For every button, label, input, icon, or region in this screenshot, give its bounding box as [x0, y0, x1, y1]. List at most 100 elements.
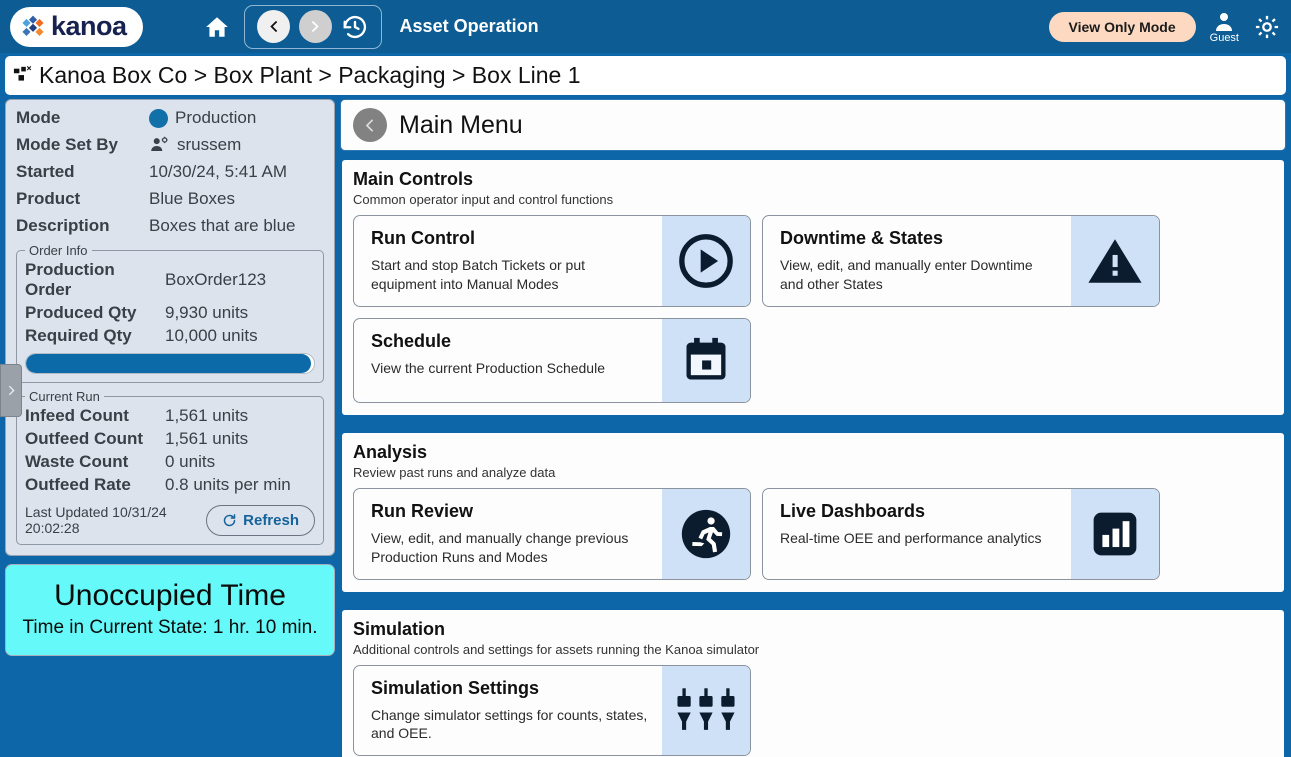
main-content: Main Menu Main Controls Common operator … — [340, 99, 1286, 757]
field-label: Started — [16, 162, 75, 181]
breadcrumb[interactable]: Kanoa Box Co > Box Plant > Packaging > B… — [5, 56, 1286, 95]
warning-triangle-icon — [1071, 216, 1159, 306]
card-title: Run Control — [371, 228, 475, 248]
topbar-right-group: View Only Mode Guest — [1048, 10, 1281, 44]
forward-button[interactable] — [298, 10, 332, 43]
kanoa-logo-icon — [22, 15, 44, 36]
order-row-produced-qty: Produced Qty 9,930 units — [25, 303, 315, 323]
current-state-title: Unoccupied Time — [54, 579, 286, 612]
order-row-production-order: Production Order BoxOrder123 — [25, 260, 315, 300]
breadcrumb-bar: Kanoa Box Co > Box Plant > Packaging > B… — [0, 53, 1291, 99]
last-updated-row: Last Updated 10/31/24 20:02:28 Refresh — [25, 504, 315, 536]
account-icon — [1216, 12, 1233, 31]
card-simulation-settings[interactable]: Simulation Settings Change simulator set… — [353, 664, 751, 757]
card-title: Run Review — [371, 500, 474, 521]
field-value: 0 units — [165, 452, 216, 471]
row-spacer — [762, 665, 1273, 757]
view-only-mode-button[interactable]: View Only Mode — [1048, 11, 1196, 42]
field-label: Required Qty — [25, 326, 132, 345]
card-live-dashboards[interactable]: Live Dashboards Real-time OEE and perfor… — [762, 487, 1160, 580]
main-menu-title: Main Menu — [399, 110, 523, 139]
current-state-duration: Time in Current State: 1 hr. 10 min. — [22, 617, 318, 638]
account-menu[interactable]: Guest — [1210, 10, 1239, 44]
section-title: Analysis — [353, 441, 428, 462]
field-label: Waste Count — [25, 452, 129, 471]
field-value: Blue Boxes — [149, 189, 235, 208]
status-dot-icon — [149, 108, 168, 128]
card-description: View the current Production Schedule — [371, 359, 605, 376]
card-text: Run Review View, edit, and manually chan… — [354, 489, 662, 579]
back-button[interactable] — [256, 10, 290, 43]
card-run-review[interactable]: Run Review View, edit, and manually chan… — [353, 487, 751, 580]
card-title: Live Dashboards — [780, 500, 926, 521]
field-label: Mode — [16, 108, 61, 127]
home-icon[interactable] — [204, 14, 230, 40]
menu-back-button[interactable] — [353, 108, 387, 142]
run-row-infeed-count: Infeed Count 1,561 units — [25, 406, 315, 426]
page-title: Asset Operation — [399, 16, 539, 36]
field-value: 10/30/24, 5:41 AM — [149, 162, 287, 181]
refresh-label: Refresh — [243, 511, 299, 529]
body-area: Mode Production Mode Set By srussem Star… — [0, 99, 1291, 757]
app-root: kanoa Asset Operation View Only Mode Gue… — [0, 0, 1291, 757]
refresh-button[interactable]: Refresh — [206, 504, 315, 536]
card-schedule[interactable]: Schedule View the current Production Sch… — [353, 317, 751, 403]
play-circle-icon — [662, 216, 750, 306]
section-main-controls: Main Controls Common operator input and … — [340, 158, 1286, 417]
card-description: View, edit, and manually enter Downtime … — [780, 257, 1033, 292]
field-value: 1,561 units — [165, 406, 249, 425]
order-row-required-qty: Required Qty 10,000 units — [25, 326, 315, 346]
card-title: Schedule — [371, 330, 452, 351]
order-info-group: Order Info Production Order BoxOrder123 … — [16, 243, 324, 383]
card-title: Downtime & States — [780, 228, 944, 248]
sliders-icon — [662, 665, 750, 756]
top-bar: kanoa Asset Operation View Only Mode Gue… — [0, 0, 1291, 53]
section-subtitle: Common operator input and control functi… — [353, 192, 614, 207]
card-downtime-states[interactable]: Downtime & States View, edit, and manual… — [762, 215, 1160, 307]
field-description: Description Boxes that are blue — [16, 216, 324, 236]
mode-value-text: Production — [175, 108, 257, 127]
card-title: Simulation Settings — [371, 677, 540, 698]
field-value: Boxes that are blue — [149, 216, 296, 235]
calendar-icon — [662, 318, 750, 402]
section-title: Main Controls — [353, 169, 473, 189]
field-product: Product Blue Boxes — [16, 189, 324, 209]
mode-set-by-text: srussem — [177, 135, 242, 154]
bar-chart-icon — [1071, 488, 1159, 579]
card-run-control[interactable]: Run Control Start and stop Batch Tickets… — [353, 215, 751, 307]
card-row: Run Review View, edit, and manually chan… — [353, 487, 1273, 580]
card-row: Run Control Start and stop Batch Tickets… — [353, 215, 1273, 403]
field-value: srussem — [149, 135, 241, 155]
section-subtitle: Additional controls and settings for ass… — [353, 641, 760, 657]
asset-status-sidebar: Mode Production Mode Set By srussem Star… — [0, 99, 335, 749]
run-row-waste-count: Waste Count 0 units — [25, 452, 315, 472]
card-description: View, edit, and manually change previous… — [371, 529, 629, 565]
field-value: 9,930 units — [165, 303, 249, 322]
run-row-outfeed-count: Outfeed Count 1,561 units — [25, 429, 315, 449]
field-label: Infeed Count — [25, 406, 129, 425]
section-subtitle: Review past runs and analyze data — [353, 464, 556, 480]
field-mode-set-by: Mode Set By srussem — [16, 135, 324, 155]
field-value: Production — [149, 108, 256, 128]
card-text: Simulation Settings Change simulator set… — [354, 666, 662, 756]
running-person-icon — [662, 488, 750, 579]
history-icon[interactable] — [341, 13, 369, 41]
nav-history-group — [243, 4, 382, 49]
main-menu-header: Main Menu — [340, 99, 1286, 151]
field-value: 1,561 units — [165, 429, 249, 448]
field-label: Product — [16, 189, 81, 208]
order-progress-fill — [26, 354, 312, 373]
section-simulation: Simulation Additional controls and setti… — [340, 607, 1286, 757]
kanoa-logo[interactable]: kanoa — [10, 6, 143, 47]
sidebar-collapse-handle[interactable] — [0, 364, 22, 417]
order-progress-bar — [25, 353, 315, 374]
current-run-legend: Current Run — [29, 389, 100, 404]
field-started: Started 10/30/24, 5:41 AM — [16, 162, 324, 182]
last-updated-text: Last Updated 10/31/24 20:02:28 — [25, 504, 167, 536]
hamburger-icon[interactable] — [161, 12, 191, 41]
row-spacer — [762, 318, 1273, 403]
card-text: Downtime & States View, edit, and manual… — [763, 216, 1071, 306]
gear-icon[interactable] — [1253, 13, 1281, 41]
section-analysis: Analysis Review past runs and analyze da… — [340, 430, 1286, 594]
field-label: Outfeed Rate — [25, 475, 131, 494]
